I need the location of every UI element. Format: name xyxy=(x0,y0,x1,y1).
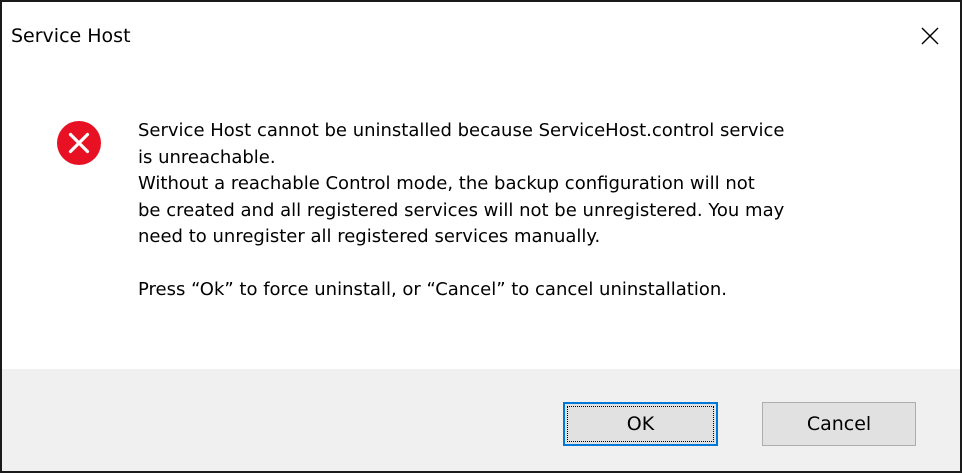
instruction-message: Press “Ok” to force uninstall, or “Cance… xyxy=(138,278,727,300)
focus-ring xyxy=(567,406,714,442)
error-message: Service Host cannot be uninstalled becau… xyxy=(138,120,785,168)
window-title: Service Host xyxy=(11,25,131,47)
cancel-button-label: Cancel xyxy=(806,413,872,435)
button-bar: OK Cancel xyxy=(2,369,960,471)
dialog-content: Service Host cannot be uninstalled becau… xyxy=(2,72,960,369)
error-icon xyxy=(57,121,101,165)
cancel-button[interactable]: Cancel xyxy=(762,402,916,446)
title-bar: Service Host xyxy=(2,2,960,72)
message-dialog: Service Host Service Host cannot be unin… xyxy=(0,0,962,473)
warning-message: Without a reachable Control mode, the ba… xyxy=(138,173,785,247)
close-button[interactable] xyxy=(900,2,960,70)
close-icon xyxy=(921,27,939,45)
ok-button[interactable]: OK xyxy=(563,402,718,446)
message-text: Service Host cannot be uninstalled becau… xyxy=(138,118,918,303)
